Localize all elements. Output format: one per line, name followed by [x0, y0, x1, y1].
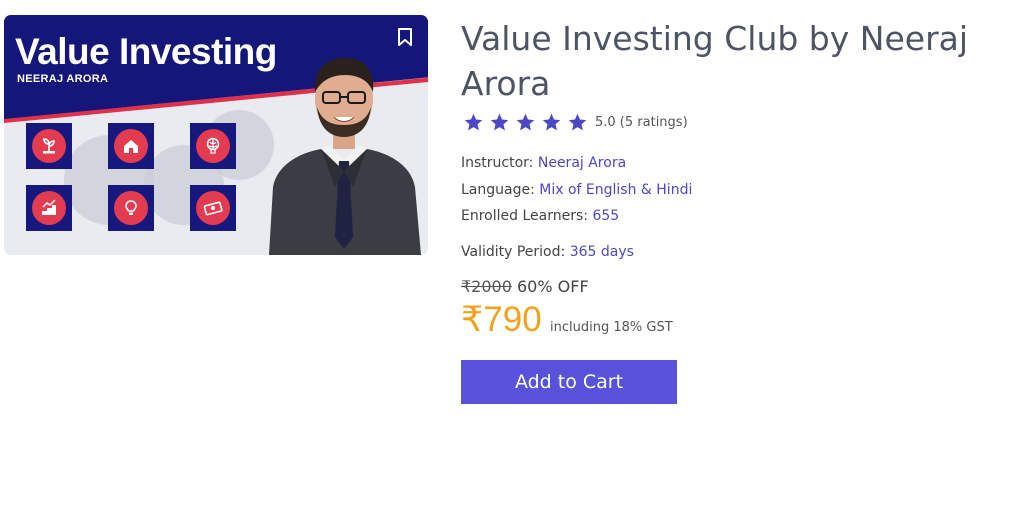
- instructor-row: Instructor: Neeraj Arora: [461, 155, 626, 171]
- star-icon: [542, 113, 561, 131]
- original-price: ₹2000: [461, 277, 512, 296]
- instructor-photo: [269, 57, 421, 255]
- instructor-label: Instructor:: [461, 155, 534, 171]
- instructor-link[interactable]: Neeraj Arora: [538, 155, 626, 171]
- course-thumbnail[interactable]: Value Investing NEERAJ ARORA: [4, 15, 428, 255]
- star-icon: [464, 113, 483, 131]
- thumbnail-title: Value Investing: [15, 31, 277, 72]
- star-icon: [516, 113, 535, 131]
- learners-label: Enrolled Learners:: [461, 208, 588, 224]
- cash-icon: [190, 185, 236, 231]
- learners-value: 655: [592, 208, 620, 224]
- house-icon: [108, 123, 154, 169]
- course-title: Value Investing Club by Neeraj Arora: [461, 19, 969, 103]
- bulb-icon: [108, 185, 154, 231]
- growth-coins-icon: [26, 185, 72, 231]
- language-value: Mix of English & Hindi: [539, 182, 693, 198]
- current-price: ₹790: [461, 300, 542, 339]
- discount-label: 60% OFF: [517, 277, 589, 296]
- star-icon: [568, 113, 587, 131]
- thumbnail-subtitle: NEERAJ ARORA: [17, 73, 109, 85]
- validity-value: 365 days: [569, 244, 634, 260]
- language-row: Language: Mix of English & Hindi: [461, 182, 692, 198]
- gst-note: including 18% GST: [550, 320, 673, 335]
- rating-row: 5.0 (5 ratings): [463, 112, 688, 133]
- learners-row: Enrolled Learners: 655: [461, 208, 619, 224]
- validity-row: Validity Period: 365 days: [461, 244, 634, 260]
- star-icon: [490, 113, 509, 131]
- rating-text: 5.0 (5 ratings): [595, 115, 688, 130]
- brain-icon: [190, 123, 236, 169]
- language-label: Language:: [461, 182, 535, 198]
- validity-label: Validity Period:: [461, 244, 566, 260]
- plant-coins-icon: [26, 123, 72, 169]
- add-to-cart-button[interactable]: Add to Cart: [461, 360, 677, 404]
